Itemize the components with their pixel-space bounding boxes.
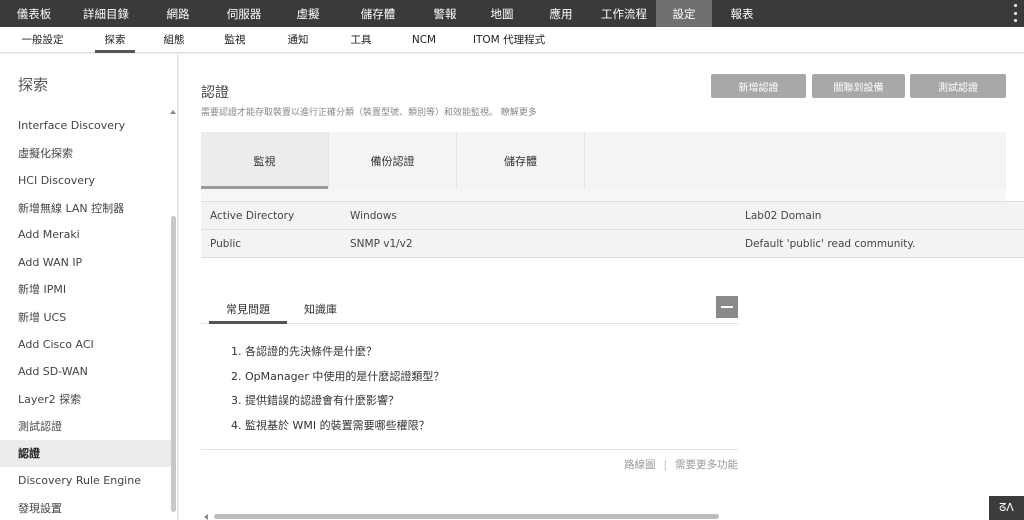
more-options-icon[interactable] bbox=[1012, 4, 1018, 22]
sidebar-title: 探索 bbox=[18, 76, 49, 94]
subnav-itom-agent[interactable]: ITOM 代理程式 bbox=[455, 27, 563, 53]
topnav-virtual[interactable]: 虛擬 bbox=[276, 0, 340, 27]
sidebar-item-discovery-settings[interactable]: 發現設置 bbox=[0, 494, 172, 520]
faq-question[interactable]: 4. 監視基於 WMI 的裝置需要哪些權限？ bbox=[231, 413, 738, 438]
topnav-reports[interactable]: 報表 bbox=[712, 0, 772, 27]
sidebar-item-add-ipmi[interactable]: 新增 IPMI bbox=[0, 276, 172, 303]
tab-backup-credentials[interactable]: 備份認證 bbox=[329, 132, 457, 189]
associate-to-device-button[interactable]: 關聯到設備 bbox=[812, 74, 905, 98]
subnav-notifications[interactable]: 通知 bbox=[267, 27, 329, 53]
top-navigation: 儀表板 詳細目錄 網路 伺服器 虛擬 儲存體 警報 地圖 應用 工作流程 設定 … bbox=[0, 0, 1024, 27]
sidebar-item-add-ucs[interactable]: 新增 UCS bbox=[0, 303, 172, 330]
test-credential-button[interactable]: 測試認證 bbox=[910, 74, 1006, 98]
faq-question[interactable]: 2. OpManager 中使用的是什麼認證類型？ bbox=[231, 364, 738, 389]
tab-storage[interactable]: 儲存體 bbox=[457, 132, 585, 189]
topnav-storage[interactable]: 儲存體 bbox=[340, 0, 416, 27]
faq-question[interactable]: 3. 提供錯誤的認證會有什麼影響？ bbox=[231, 388, 738, 413]
subnav-discovery[interactable]: 探索 bbox=[85, 27, 145, 53]
topnav-workflow[interactable]: 工作流程 bbox=[592, 0, 656, 27]
credential-name: Active Directory bbox=[210, 209, 295, 222]
sidebar-item-add-cisco-aci[interactable]: Add Cisco ACI bbox=[0, 330, 172, 357]
sidebar-menu: Interface Discovery 虛擬化探索 HCI Discovery … bbox=[0, 112, 172, 520]
faq-question[interactable]: 1. 各認證的先決條件是什麼？ bbox=[231, 339, 738, 364]
scroll-left-icon[interactable] bbox=[204, 514, 208, 520]
corner-widget-icon[interactable]: ᘔᐱ bbox=[989, 496, 1024, 520]
sidebar-item-test-credentials[interactable]: 測試認證 bbox=[0, 412, 172, 439]
faq-divider bbox=[201, 449, 738, 450]
collapse-icon[interactable] bbox=[716, 296, 738, 318]
sub-navigation: 一般設定 探索 組態 監視 通知 工具 NCM ITOM 代理程式 bbox=[0, 27, 1024, 53]
credentials-table: Active Directory Windows Lab02 Domain Pu… bbox=[201, 201, 1024, 258]
sidebar-scrollbar[interactable] bbox=[171, 216, 176, 512]
topnav-maps[interactable]: 地圖 bbox=[474, 0, 530, 27]
subnav-ncm[interactable]: NCM bbox=[393, 27, 455, 53]
request-features-link[interactable]: 需要更多功能 bbox=[675, 457, 738, 472]
credential-description: Default 'public' read community. bbox=[745, 237, 916, 250]
topnav-apps[interactable]: 應用 bbox=[530, 0, 592, 27]
sidebar-item-add-wlc[interactable]: 新增無線 LAN 控制器 bbox=[0, 194, 172, 221]
topnav-network[interactable]: 網路 bbox=[144, 0, 212, 27]
faq-list: 1. 各認證的先決條件是什麼？ 2. OpManager 中使用的是什麼認證類型… bbox=[201, 339, 738, 437]
subnav-tools[interactable]: 工具 bbox=[329, 27, 393, 53]
tab-monitoring[interactable]: 監視 bbox=[201, 132, 329, 189]
roadmap-link[interactable]: 路線圖 bbox=[624, 457, 656, 472]
discovery-sidebar: 探索 Interface Discovery 虛擬化探索 HCI Discove… bbox=[0, 54, 178, 520]
topnav-alarms[interactable]: 警報 bbox=[416, 0, 474, 27]
main-content: 認證 需要認證才能存取裝置以進行正確分類（裝置型號、類別等）和效能監視。 瞭解更… bbox=[179, 54, 1024, 520]
sidebar-item-add-meraki[interactable]: Add Meraki bbox=[0, 221, 172, 248]
credential-type: Windows bbox=[350, 209, 397, 222]
topnav-servers[interactable]: 伺服器 bbox=[212, 0, 276, 27]
sidebar-item-add-sd-wan[interactable]: Add SD-WAN bbox=[0, 358, 172, 385]
topnav-settings[interactable]: 設定 bbox=[656, 0, 712, 27]
sidebar-item-layer2-discovery[interactable]: Layer2 探索 bbox=[0, 385, 172, 412]
subnav-general-settings[interactable]: 一般設定 bbox=[0, 27, 85, 53]
link-separator: | bbox=[663, 458, 667, 471]
subnav-configuration[interactable]: 組態 bbox=[145, 27, 203, 53]
credential-tabs: 監視 備份認證 儲存體 bbox=[201, 132, 1006, 189]
page-description: 需要認證才能存取裝置以進行正確分類（裝置型號、類別等）和效能監視。 瞭解更多 bbox=[201, 108, 537, 118]
credential-name: Public bbox=[210, 237, 242, 250]
faq-tab-indicator bbox=[209, 321, 287, 324]
horizontal-scroll-thumb[interactable] bbox=[214, 514, 719, 519]
sidebar-item-hci-discovery[interactable]: HCI Discovery bbox=[0, 167, 172, 194]
table-row[interactable]: Public SNMP v1/v2 Default 'public' read … bbox=[201, 230, 1024, 258]
credential-type: SNMP v1/v2 bbox=[350, 237, 413, 250]
horizontal-scrollbar[interactable] bbox=[204, 513, 1024, 520]
tab-faq[interactable]: 常見問題 bbox=[226, 301, 270, 317]
topnav-dashboard[interactable]: 儀表板 bbox=[0, 0, 68, 27]
subnav-monitoring[interactable]: 監視 bbox=[203, 27, 267, 53]
sidebar-scroll-up-icon[interactable] bbox=[170, 110, 176, 114]
sidebar-item-discovery-rule-engine[interactable]: Discovery Rule Engine bbox=[0, 467, 172, 494]
table-row[interactable]: Active Directory Windows Lab02 Domain bbox=[201, 202, 1024, 230]
faq-tabs: 常見問題 知識庫 bbox=[201, 292, 738, 324]
credential-description: Lab02 Domain bbox=[745, 209, 822, 222]
grid-header-strip bbox=[201, 189, 1006, 201]
sidebar-item-virtualization-discovery[interactable]: 虛擬化探索 bbox=[0, 139, 172, 166]
faq-footer-links: 路線圖 | 需要更多功能 bbox=[624, 457, 738, 472]
sidebar-item-add-wan-ip[interactable]: Add WAN IP bbox=[0, 248, 172, 275]
sidebar-item-credentials[interactable]: 認證 bbox=[0, 439, 172, 467]
sidebar-item-interface-discovery[interactable]: Interface Discovery bbox=[0, 112, 172, 139]
tab-knowledge-base[interactable]: 知識庫 bbox=[304, 301, 337, 317]
page-title: 認證 bbox=[201, 85, 229, 101]
faq-panel: 常見問題 知識庫 1. 各認證的先決條件是什麼？ 2. OpManager 中使… bbox=[201, 292, 738, 471]
add-credential-button[interactable]: 新增認證 bbox=[711, 74, 806, 98]
topnav-inventory[interactable]: 詳細目錄 bbox=[68, 0, 144, 27]
